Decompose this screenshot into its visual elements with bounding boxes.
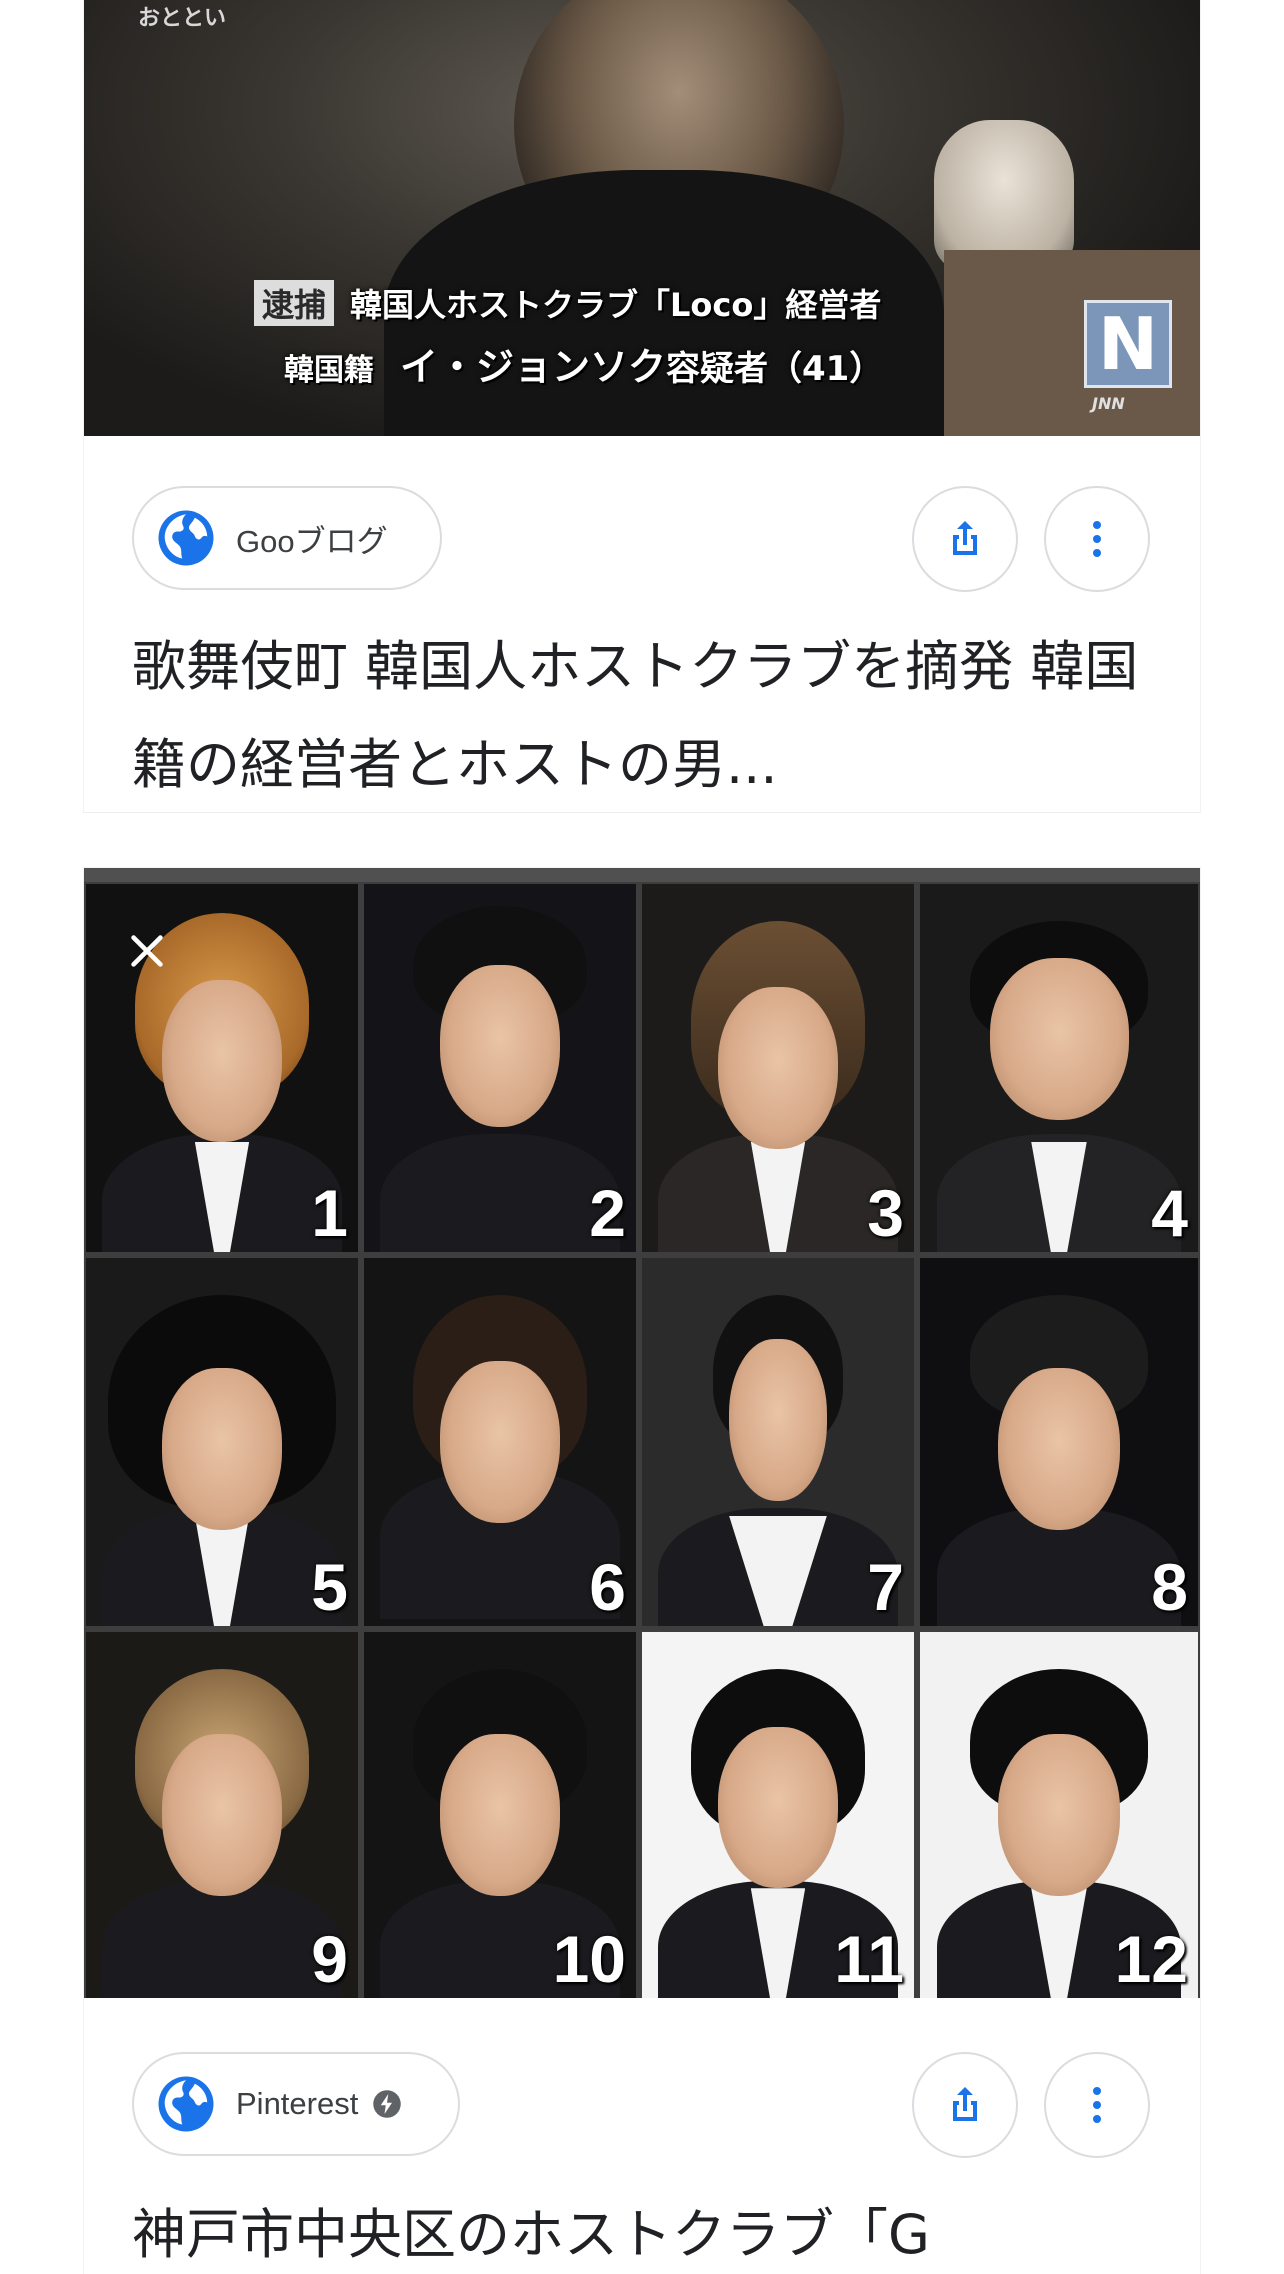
host-number: 9 (311, 1922, 348, 1996)
source-name: Gooブログ (236, 523, 388, 559)
host-number: 12 (1114, 1922, 1188, 1996)
host-number: 5 (311, 1550, 348, 1624)
source-chip-pinterest[interactable]: Pinterest (132, 2052, 460, 2156)
news-time-label: おととい (138, 6, 227, 31)
more-options-button[interactable] (1044, 2052, 1150, 2158)
host-number: 8 (1151, 1550, 1188, 1624)
caption-name: イ・ジョンソク (400, 345, 667, 389)
caption-suffix: 容疑者（41） (666, 349, 884, 389)
result-title[interactable]: 神戸市中央区のホストクラブ「G (132, 2186, 1172, 2274)
host-photo: 11 (642, 1632, 914, 1998)
host-photo: 4 (920, 884, 1198, 1252)
host-photo: 3 (642, 884, 914, 1252)
host-photo: 6 (364, 1258, 636, 1626)
result-image-news[interactable]: おととい 逮捕 韓国人ホストクラブ「Loco」経営者 韓国籍 イ・ジョンソク容疑者（… (84, 0, 1200, 436)
host-photo: 8 (920, 1258, 1198, 1626)
host-number: 11 (834, 1922, 904, 1996)
host-photo: 2 (364, 884, 636, 1252)
host-photo: 5 (86, 1258, 358, 1626)
result-card-pinterest: 1 2 3 4 5 6 7 8 9 10 11 12 Pinterest 神戸市… (84, 868, 1200, 2274)
host-number: 1 (311, 1176, 348, 1250)
host-number: 4 (1151, 1176, 1188, 1250)
globe-icon (156, 2074, 216, 2134)
jnn-logo-mark: N (1084, 300, 1172, 388)
host-number: 7 (867, 1550, 904, 1624)
host-photo: 9 (86, 1632, 358, 1998)
share-button[interactable] (912, 486, 1018, 592)
close-icon[interactable] (124, 928, 170, 974)
share-button[interactable] (912, 2052, 1018, 2158)
source-chip-goo[interactable]: Gooブログ (132, 486, 442, 590)
result-image-host-grid[interactable]: 1 2 3 4 5 6 7 8 9 10 11 12 (84, 868, 1200, 1998)
jnn-logo-text: JNN (1092, 394, 1125, 413)
host-photo: 10 (364, 1632, 636, 1998)
host-number: 3 (867, 1176, 904, 1250)
host-photo: 7 (642, 1258, 914, 1626)
host-photo: 12 (920, 1632, 1198, 1998)
officer-glove (934, 120, 1074, 270)
result-card-goo: おととい 逮捕 韓国人ホストクラブ「Loco」経営者 韓国籍 イ・ジョンソク容疑者（… (84, 0, 1200, 812)
host-number: 2 (589, 1176, 626, 1250)
news-caption-line2: 韓国籍 イ・ジョンソク容疑者（41） (284, 336, 883, 391)
jnn-logo: N JNN (1082, 300, 1174, 413)
share-icon (953, 2087, 977, 2121)
arrest-tag: 逮捕 (254, 280, 335, 326)
caption-text-1: 韓国人ホストクラブ「Loco」経営者 (350, 286, 882, 324)
news-caption-line1: 逮捕 韓国人ホストクラブ「Loco」経営者 (254, 280, 881, 326)
host-number: 10 (552, 1922, 626, 1996)
more-vert-icon (1093, 2087, 1101, 2123)
host-number: 6 (589, 1550, 626, 1624)
caption-nationality: 韓国籍 (284, 353, 374, 388)
result-title[interactable]: 歌舞伎町 韓国人ホストクラブを摘発 韓国籍の経営者とホストの男... (132, 618, 1172, 814)
share-icon (953, 521, 977, 555)
globe-icon (156, 508, 216, 568)
source-name: Pinterest (236, 2086, 359, 2121)
more-vert-icon (1093, 521, 1101, 557)
image-top-strip (84, 868, 1200, 882)
more-options-button[interactable] (1044, 486, 1150, 592)
amp-lightning-icon (373, 2090, 402, 2118)
